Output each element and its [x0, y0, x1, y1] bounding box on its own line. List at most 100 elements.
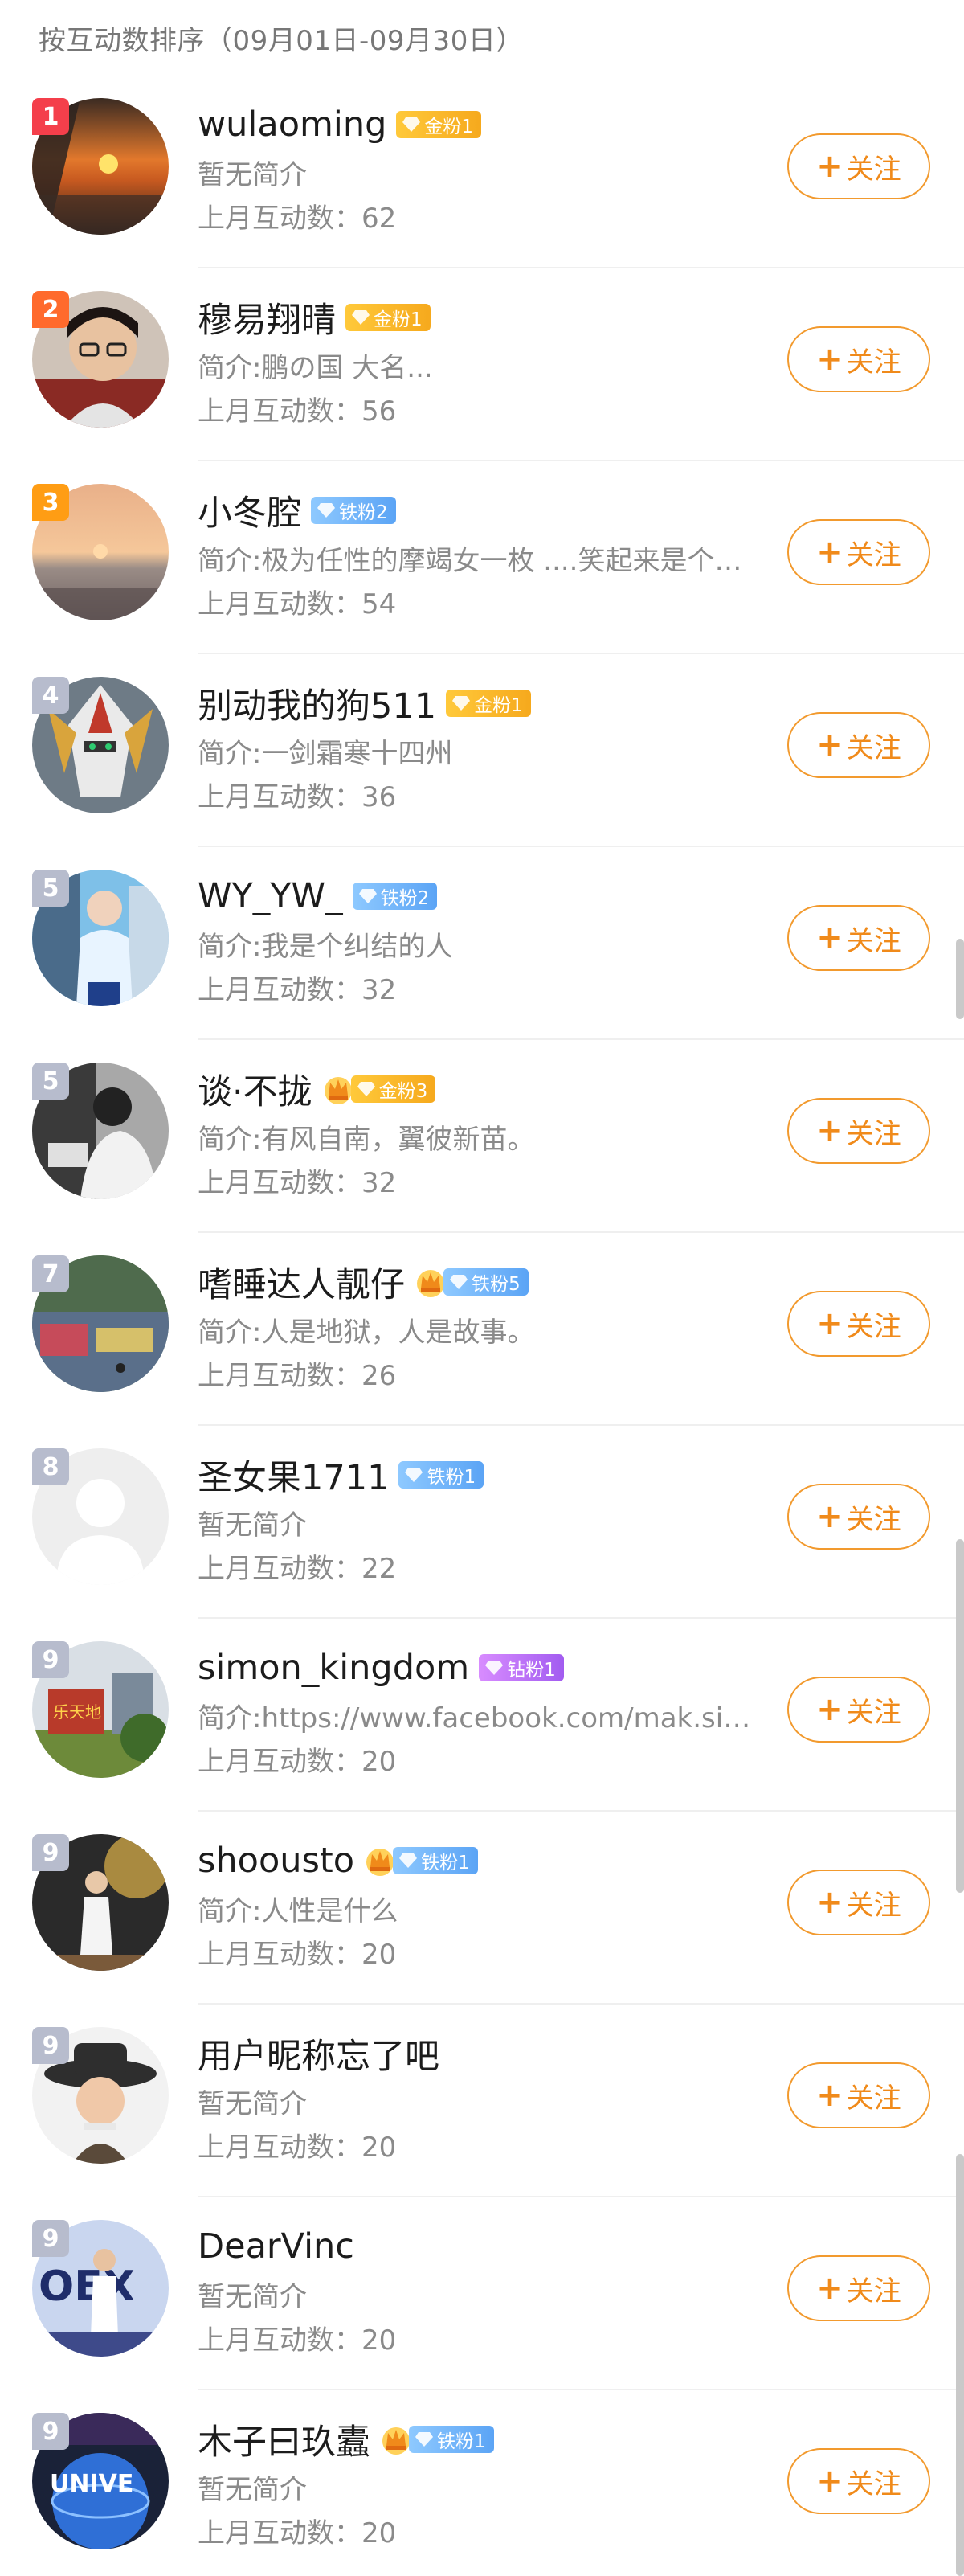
user-intro: 简介:人性是什么 — [198, 1895, 398, 1927]
rank-number: 3 — [42, 488, 59, 517]
username[interactable]: simon_kingdom — [198, 1648, 469, 1688]
badge-label: 金粉1 — [374, 309, 423, 330]
name-line: WY_YW_ 铁粉2 — [198, 870, 438, 923]
follow-button[interactable]: + 关注 — [787, 1098, 930, 1164]
user-intro: 暂无简介 — [198, 1509, 307, 1542]
badge-label: 金粉1 — [424, 117, 474, 137]
follow-button[interactable]: + 关注 — [787, 1291, 930, 1357]
follow-button[interactable]: + 关注 — [787, 2062, 930, 2128]
interaction-count: 上月互动数：54 — [198, 582, 396, 621]
list-item[interactable]: 9 shoousto 铁粉1 简介:人性是什么 上月互动数：20 + 关注 — [0, 1812, 964, 2005]
username[interactable]: wulaoming — [198, 104, 386, 145]
follow-label: 关注 — [846, 539, 901, 571]
rank-badge: 2 — [32, 291, 69, 328]
name-line: shoousto 铁粉1 — [198, 1834, 478, 1887]
list-item[interactable]: UNIVE 9 木子曰玖蠹 铁粉1 暂无简介 上月互动数：20 + 关注 — [0, 2390, 964, 2576]
count-value: 36 — [362, 781, 397, 813]
follow-button[interactable]: + 关注 — [787, 1484, 930, 1550]
follow-label: 关注 — [846, 731, 901, 764]
count-value: 26 — [362, 1360, 397, 1392]
fan-level-badge: 铁粉1 — [393, 1847, 478, 1874]
list-item[interactable]: 2 穆易翔晴 金粉1 简介:鹏の国 大名... 上月互动数：56 + 关注 — [0, 268, 964, 461]
count-label: 上月互动数： — [198, 781, 362, 813]
list-item[interactable]: 1 wulaoming 金粉1 暂无简介 上月互动数：62 + 关注 — [0, 76, 964, 268]
count-label: 上月互动数： — [198, 2132, 362, 2164]
list-item[interactable]: 4 别动我的狗511 金粉1 简介:一剑霜寒十四州 上月互动数：36 + 关注 — [0, 654, 964, 847]
scrollbar[interactable] — [956, 1539, 964, 1893]
user-intro: 简介:极为任性的摩竭女一枚 ....笑起来是个傻白甜.... — [198, 545, 768, 577]
list-item[interactable]: 7 嗜睡达人靓仔 铁粉5 简介:人是地狱，人是故事。 上月互动数：26 + 关注 — [0, 1233, 964, 1426]
count-label: 上月互动数： — [198, 395, 362, 428]
badge-label: 铁粉1 — [437, 2431, 486, 2452]
badge-label: 钻粉1 — [507, 1660, 556, 1681]
svg-text:UNIVE: UNIVE — [50, 2470, 133, 2498]
scrollbar[interactable] — [956, 2154, 964, 2576]
username[interactable]: WY_YW_ — [198, 876, 343, 916]
rank-number: 9 — [42, 2031, 59, 2060]
plus-icon: + — [816, 2077, 844, 2114]
username[interactable]: shoousto — [198, 1841, 354, 1881]
list-item[interactable]: OEX 9 DearVinc 暂无简介 上月互动数：20 + 关注 — [0, 2197, 964, 2390]
follow-button[interactable]: + 关注 — [787, 1677, 930, 1743]
interaction-count: 上月互动数：32 — [198, 1161, 396, 1200]
user-intro: 简介:有风自南，翼彼新苗。 — [198, 1124, 535, 1156]
name-line: 谈·不拢 金粉3 — [198, 1063, 436, 1116]
scrollbar[interactable] — [956, 939, 964, 1019]
crown-icon — [364, 1845, 394, 1877]
count-value: 20 — [362, 2324, 397, 2357]
list-item[interactable]: 5 谈·不拢 金粉3 简介:有风自南，翼彼新苗。 上月互动数：32 + 关注 — [0, 1040, 964, 1233]
count-label: 上月互动数： — [198, 1167, 362, 1199]
username[interactable]: 谈·不拢 — [198, 1064, 312, 1114]
name-line: 穆易翔晴 金粉1 — [198, 291, 431, 344]
follow-button[interactable]: + 关注 — [787, 519, 930, 585]
rank-number: 1 — [42, 102, 59, 131]
fan-level-badge: 钻粉1 — [479, 1654, 564, 1681]
rank-number: 9 — [42, 2224, 59, 2253]
follow-button[interactable]: + 关注 — [787, 2255, 930, 2321]
fan-level-badge: 金粉1 — [396, 111, 482, 138]
username[interactable]: 木子曰玖蠹 — [198, 2414, 370, 2464]
username[interactable]: 小冬腔 — [198, 485, 301, 535]
user-intro: 简介:我是个纠结的人 — [198, 931, 453, 963]
list-item[interactable]: 9 用户昵称忘了吧 暂无简介 上月互动数：20 + 关注 — [0, 2005, 964, 2197]
follow-button[interactable]: + 关注 — [787, 712, 930, 778]
interaction-count: 上月互动数：20 — [198, 1739, 396, 1779]
plus-icon: + — [816, 341, 844, 378]
username[interactable]: 嗜睡达人靓仔 — [198, 1257, 405, 1307]
username[interactable]: DearVinc — [198, 2226, 354, 2267]
list-item[interactable]: 8 圣女果1711 铁粉1 暂无简介 上月互动数：22 + 关注 — [0, 1426, 964, 1619]
plus-icon: + — [816, 727, 844, 764]
follow-label: 关注 — [846, 924, 901, 957]
follow-button[interactable]: + 关注 — [787, 133, 930, 199]
username[interactable]: 用户昵称忘了吧 — [198, 2029, 439, 2078]
username[interactable]: 圣女果1711 — [198, 1450, 389, 1500]
follow-button[interactable]: + 关注 — [787, 905, 930, 971]
plus-icon: + — [816, 1884, 844, 1921]
list-item[interactable]: 5 WY_YW_ 铁粉2 简介:我是个纠结的人 上月互动数：32 + 关注 — [0, 847, 964, 1040]
follow-label: 关注 — [846, 1310, 901, 1343]
username[interactable]: 别动我的狗511 — [198, 678, 436, 728]
follow-label: 关注 — [846, 153, 901, 186]
badge-label: 铁粉5 — [472, 1274, 521, 1295]
interaction-count: 上月互动数：36 — [198, 775, 396, 814]
follow-button[interactable]: + 关注 — [787, 2448, 930, 2514]
badge-group: 铁粉5 — [415, 1266, 529, 1298]
plus-icon: + — [816, 1305, 844, 1342]
plus-icon: + — [816, 534, 844, 571]
rank-number: 4 — [42, 681, 59, 710]
badge-label: 铁粉1 — [421, 1853, 470, 1874]
user-intro: 简介:人是地狱，人是故事。 — [198, 1317, 535, 1349]
rank-badge: 9 — [32, 1641, 69, 1678]
count-label: 上月互动数： — [198, 1553, 362, 1585]
username[interactable]: 穆易翔晴 — [198, 293, 336, 342]
rank-badge: 5 — [32, 1063, 69, 1100]
name-line: 嗜睡达人靓仔 铁粉5 — [198, 1255, 529, 1308]
list-item[interactable]: 乐天地 9 simon_kingdom 钻粉1 简介:https://www.f… — [0, 1619, 964, 1812]
list-item[interactable]: 3 小冬腔 铁粉2 简介:极为任性的摩竭女一枚 ....笑起来是个傻白甜....… — [0, 461, 964, 654]
follow-label: 关注 — [846, 2467, 901, 2500]
follow-button[interactable]: + 关注 — [787, 1870, 930, 1935]
follow-button[interactable]: + 关注 — [787, 326, 930, 392]
rank-number: 7 — [42, 1259, 59, 1288]
crown-icon — [415, 1266, 444, 1298]
fan-level-badge: 铁粉2 — [352, 883, 438, 910]
